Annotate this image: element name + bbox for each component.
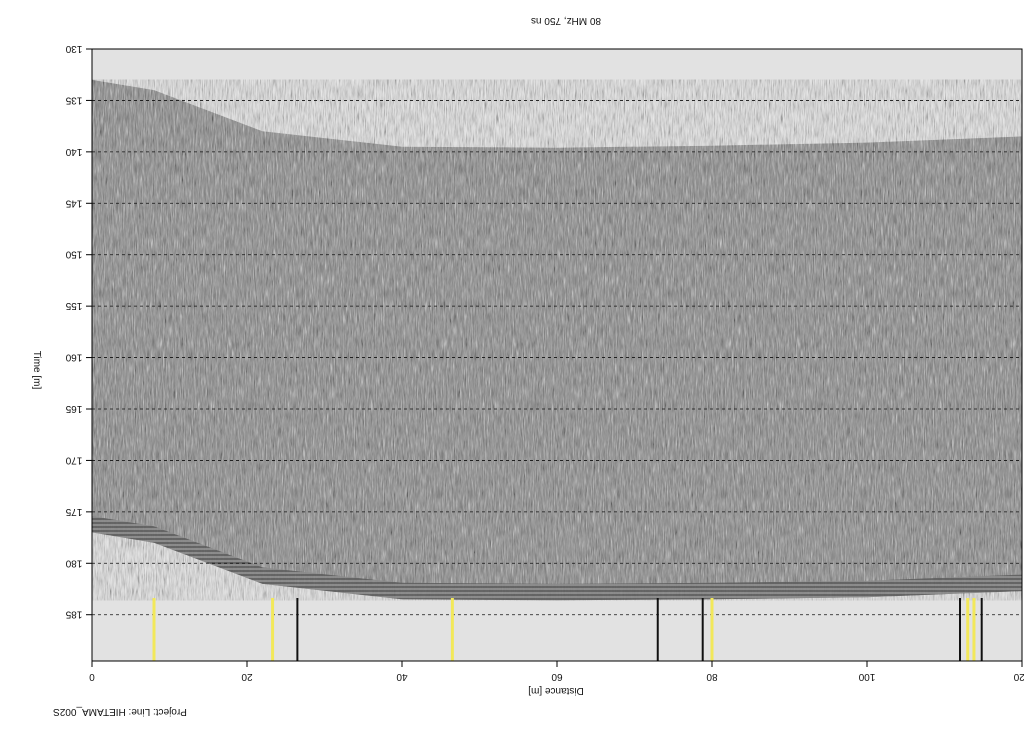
x-tick-label: 100 bbox=[858, 671, 875, 682]
y-tick-label: 175 bbox=[65, 506, 82, 517]
x-tick-label: 20 bbox=[241, 671, 253, 682]
y-tick-label: 135 bbox=[65, 94, 82, 105]
y-tick-label: 140 bbox=[65, 146, 82, 157]
x-tick-label: 80 bbox=[706, 671, 718, 682]
y-tick-label: 150 bbox=[65, 249, 82, 260]
y-tick-label: 145 bbox=[65, 197, 82, 208]
y-tick-label: 185 bbox=[65, 609, 82, 620]
y-tick-label: 180 bbox=[65, 557, 82, 568]
y-axis-label: Time [m] bbox=[31, 351, 42, 390]
radargram-chart: 80 MHz, 750 ns 1301351401451501551601651… bbox=[31, 15, 1024, 717]
y-tick-label: 165 bbox=[65, 403, 82, 414]
y-axis-ticks: 130 135 140 145 150 155 160 165 170 175 180 185 bbox=[65, 43, 92, 620]
x-tick-label: 0 bbox=[89, 671, 95, 682]
x-tick-label: 40 bbox=[396, 671, 408, 682]
x-axis-label: Distance [m] bbox=[528, 685, 584, 696]
x-axis-ticks: 0 20 40 60 80 100 120 bbox=[89, 661, 1024, 682]
x-tick-label: 120 bbox=[1013, 671, 1024, 682]
y-tick-label: 155 bbox=[65, 300, 82, 311]
radar-texture bbox=[92, 79, 1022, 601]
y-tick-label: 130 bbox=[65, 43, 82, 54]
chart-title: 80 MHz, 750 ns bbox=[531, 15, 601, 26]
x-tick-label: 60 bbox=[551, 671, 563, 682]
project-line-label: Project: Line: HIETAMA_002S bbox=[53, 706, 187, 717]
radargram-figure: 80 MHz, 750 ns 130 135 140 145 150 155 160 165 1… bbox=[0, 0, 1024, 738]
y-tick-label: 160 bbox=[65, 352, 82, 363]
y-tick-label: 170 bbox=[65, 454, 82, 465]
